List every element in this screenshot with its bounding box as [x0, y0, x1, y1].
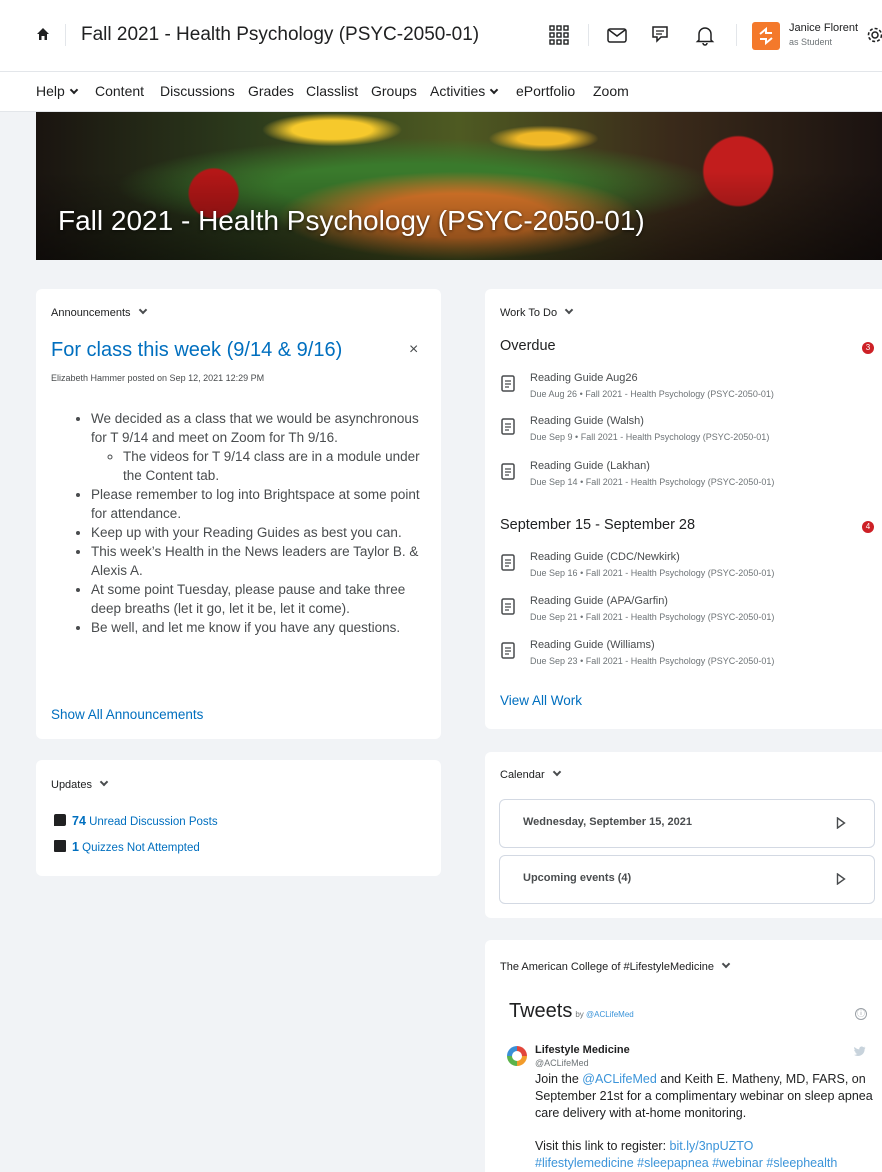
assignment-icon	[501, 554, 515, 571]
course-navbar: Help Content Discussions Grades Classlis…	[0, 72, 882, 112]
announcements-heading[interactable]: Announcements	[51, 305, 147, 319]
course-title[interactable]: Fall 2021 - Health Psychology (PSYC-2050…	[81, 24, 479, 46]
nav-content[interactable]: Content	[95, 83, 144, 99]
mail-icon[interactable]	[606, 24, 628, 46]
settings-icon[interactable]	[864, 24, 882, 46]
upcoming-range-title: September 15 - September 28	[500, 517, 696, 533]
work-item[interactable]: Reading Guide (Walsh) Due Sep 9 • Fall 2…	[500, 415, 870, 455]
assignment-icon	[501, 598, 515, 615]
tweet-register-line: Visit this link to register: bit.ly/3npU…	[535, 1139, 754, 1153]
divider	[65, 24, 66, 46]
announcement-body: We decided as a class that we would be a…	[91, 409, 426, 637]
user-role: as Student	[789, 37, 833, 47]
calendar-widget: Calendar Wednesday, September 15, 2021 U…	[485, 752, 882, 918]
nav-zoom[interactable]: Zoom	[593, 83, 629, 99]
nav-groups[interactable]: Groups	[371, 83, 417, 99]
register-link[interactable]: bit.ly/3npUZTO	[670, 1139, 754, 1153]
nav-grades[interactable]: Grades	[248, 83, 294, 99]
play-arrow-icon	[836, 873, 846, 885]
announcement-bullet: Be well, and let me know if you have any…	[91, 618, 426, 637]
chevron-down-icon	[69, 85, 79, 95]
close-icon[interactable]: ×	[409, 341, 418, 359]
work-item[interactable]: Reading Guide (CDC/Newkirk) Due Sep 16 •…	[500, 551, 870, 591]
show-all-announcements-link[interactable]: Show All Announcements	[51, 707, 203, 722]
chevron-down-icon	[489, 85, 499, 95]
course-banner: Fall 2021 - Health Psychology (PSYC-2050…	[36, 112, 882, 260]
announcements-widget: Announcements For class this week (9/14 …	[36, 289, 441, 739]
user-name[interactable]: Janice Florent	[789, 22, 858, 34]
divider	[588, 24, 589, 46]
chevron-down-icon	[564, 305, 574, 315]
waffle-icon[interactable]	[548, 24, 570, 46]
quiz-icon	[54, 840, 66, 852]
chevron-down-icon	[721, 959, 731, 969]
chevron-down-icon	[138, 305, 147, 315]
work-item[interactable]: Reading Guide Aug26 Due Aug 26 • Fall 20…	[500, 372, 870, 412]
info-icon[interactable]: ⓘ	[855, 1008, 867, 1020]
overdue-title: Overdue	[500, 338, 556, 354]
tweet-handle[interactable]: @ACLifeMed	[535, 1058, 589, 1068]
assignment-icon	[501, 463, 515, 480]
nav-activities[interactable]: Activities	[430, 83, 499, 99]
banner-title: Fall 2021 - Health Psychology (PSYC-2050…	[58, 205, 645, 236]
chevron-down-icon	[552, 767, 561, 777]
upcoming-count-badge: 4	[862, 521, 874, 533]
update-discussions[interactable]: 74 Unread Discussion Posts	[54, 814, 218, 828]
twitter-bird-icon[interactable]	[854, 1046, 866, 1056]
nav-eportfolio[interactable]: ePortfolio	[516, 83, 575, 99]
work-item[interactable]: Reading Guide (Lakhan) Due Sep 14 • Fall…	[500, 460, 870, 500]
nav-classlist[interactable]: Classlist	[306, 83, 358, 99]
home-icon[interactable]	[36, 27, 50, 41]
tweets-header: Tweets by @ACLifeMed	[509, 1000, 634, 1022]
announcement-bullet: Keep up with your Reading Guides as best…	[91, 523, 426, 542]
assignment-icon	[501, 642, 515, 659]
assignment-icon	[501, 418, 515, 435]
twitter-widget: The American College of #LifestyleMedici…	[485, 940, 882, 1172]
avatar[interactable]	[752, 22, 780, 50]
chevron-down-icon	[99, 777, 109, 787]
bell-icon[interactable]	[694, 24, 716, 46]
updates-widget: Updates 74 Unread Discussion Posts 1 Qui…	[36, 760, 441, 876]
overdue-count-badge: 3	[862, 342, 874, 354]
assignment-icon	[501, 375, 515, 392]
work-to-do-heading[interactable]: Work To Do	[500, 305, 574, 319]
view-all-work-link[interactable]: View All Work	[500, 693, 582, 708]
calendar-date-row[interactable]: Wednesday, September 15, 2021	[499, 799, 875, 848]
announcement-title[interactable]: For class this week (9/14 & 9/16)	[51, 339, 342, 362]
announcement-bullet: At some point Tuesday, please pause and …	[91, 580, 426, 618]
update-quizzes[interactable]: 1 Quizzes Not Attempted	[54, 840, 200, 854]
announcement-meta: Elizabeth Hammer posted on Sep 12, 2021 …	[51, 373, 265, 383]
calendar-heading[interactable]: Calendar	[500, 767, 561, 781]
nav-discussions[interactable]: Discussions	[160, 83, 235, 99]
tweet-text: Join the @ACLifeMed and Keith E. Matheny…	[535, 1072, 873, 1120]
twitter-widget-heading[interactable]: The American College of #LifestyleMedici…	[500, 959, 731, 973]
avatar-logo-icon	[759, 26, 773, 46]
tweet-author[interactable]: Lifestyle Medicine	[535, 1044, 630, 1056]
play-arrow-icon	[836, 817, 846, 829]
work-to-do-widget: Work To Do Overdue 3 Reading Guide Aug26…	[485, 289, 882, 729]
chat-icon[interactable]	[650, 24, 672, 46]
announcement-bullet: Please remember to log into Brightspace …	[91, 485, 426, 523]
announcement-sub-bullet: The videos for T 9/14 class are in a mod…	[123, 447, 426, 485]
discussion-icon	[54, 814, 66, 826]
divider	[736, 24, 737, 46]
tweet-hashtags[interactable]: #lifestylemedicine #sleepapnea #webinar …	[535, 1156, 837, 1170]
calendar-events-row[interactable]: Upcoming events (4)	[499, 855, 875, 904]
announcement-bullet: This week’s Health in the News leaders a…	[91, 542, 426, 580]
work-item[interactable]: Reading Guide (APA/Garfin) Due Sep 21 • …	[500, 595, 870, 635]
lifestyle-medicine-logo[interactable]	[507, 1046, 527, 1066]
banner-shade	[36, 112, 882, 260]
top-bar: Fall 2021 - Health Psychology (PSYC-2050…	[0, 0, 882, 72]
nav-help[interactable]: Help	[36, 83, 79, 99]
work-item[interactable]: Reading Guide (Williams) Due Sep 23 • Fa…	[500, 639, 870, 679]
updates-heading[interactable]: Updates	[51, 777, 109, 791]
announcement-bullet: We decided as a class that we would be a…	[91, 409, 426, 485]
